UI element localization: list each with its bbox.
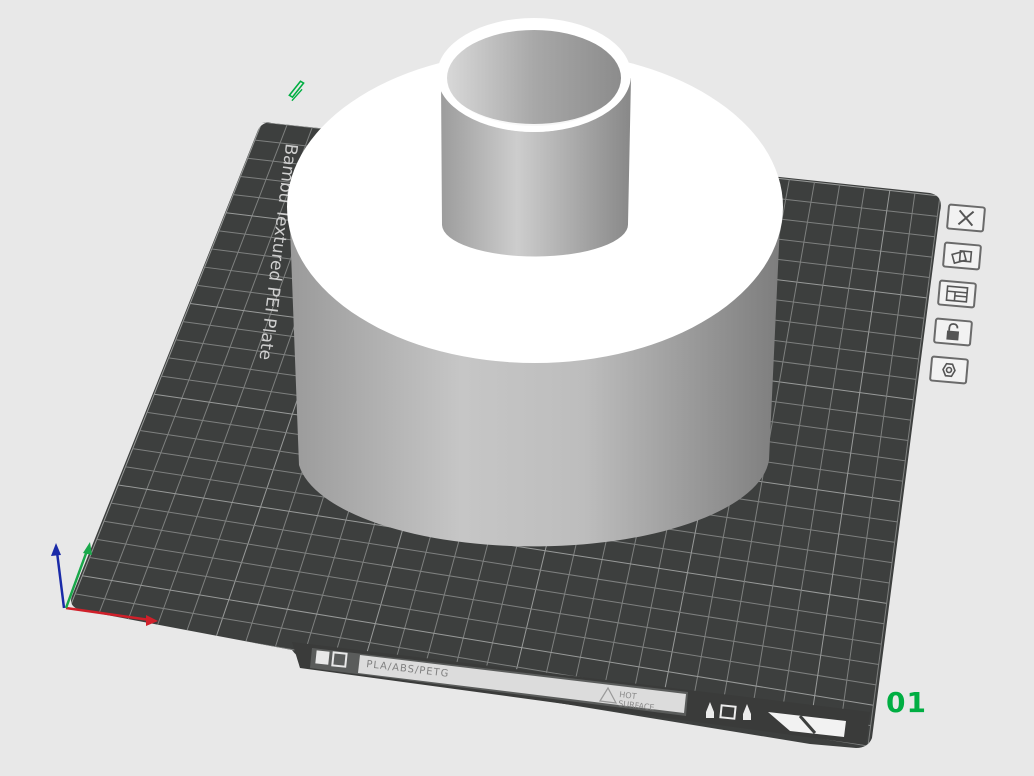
hex-settings-icon	[942, 362, 956, 378]
3d-viewport[interactable]: PLA/ABS/PETG HOT SURFACE Bambu Textured …	[0, 0, 1034, 776]
plate-number: 01	[886, 686, 927, 719]
layout-icon	[945, 285, 969, 303]
plate-settings-button[interactable]	[928, 355, 970, 385]
close-icon	[957, 209, 975, 227]
orient-layout-button[interactable]	[936, 279, 978, 309]
lock-plate-button[interactable]	[932, 317, 974, 347]
lock-icon	[946, 323, 960, 341]
arrange-icon	[951, 249, 973, 265]
arrange-button[interactable]	[941, 241, 983, 271]
pencil-edit-icon[interactable]	[286, 80, 308, 102]
delete-plate-button[interactable]	[945, 203, 987, 233]
model-cylinder[interactable]	[287, 18, 783, 547]
